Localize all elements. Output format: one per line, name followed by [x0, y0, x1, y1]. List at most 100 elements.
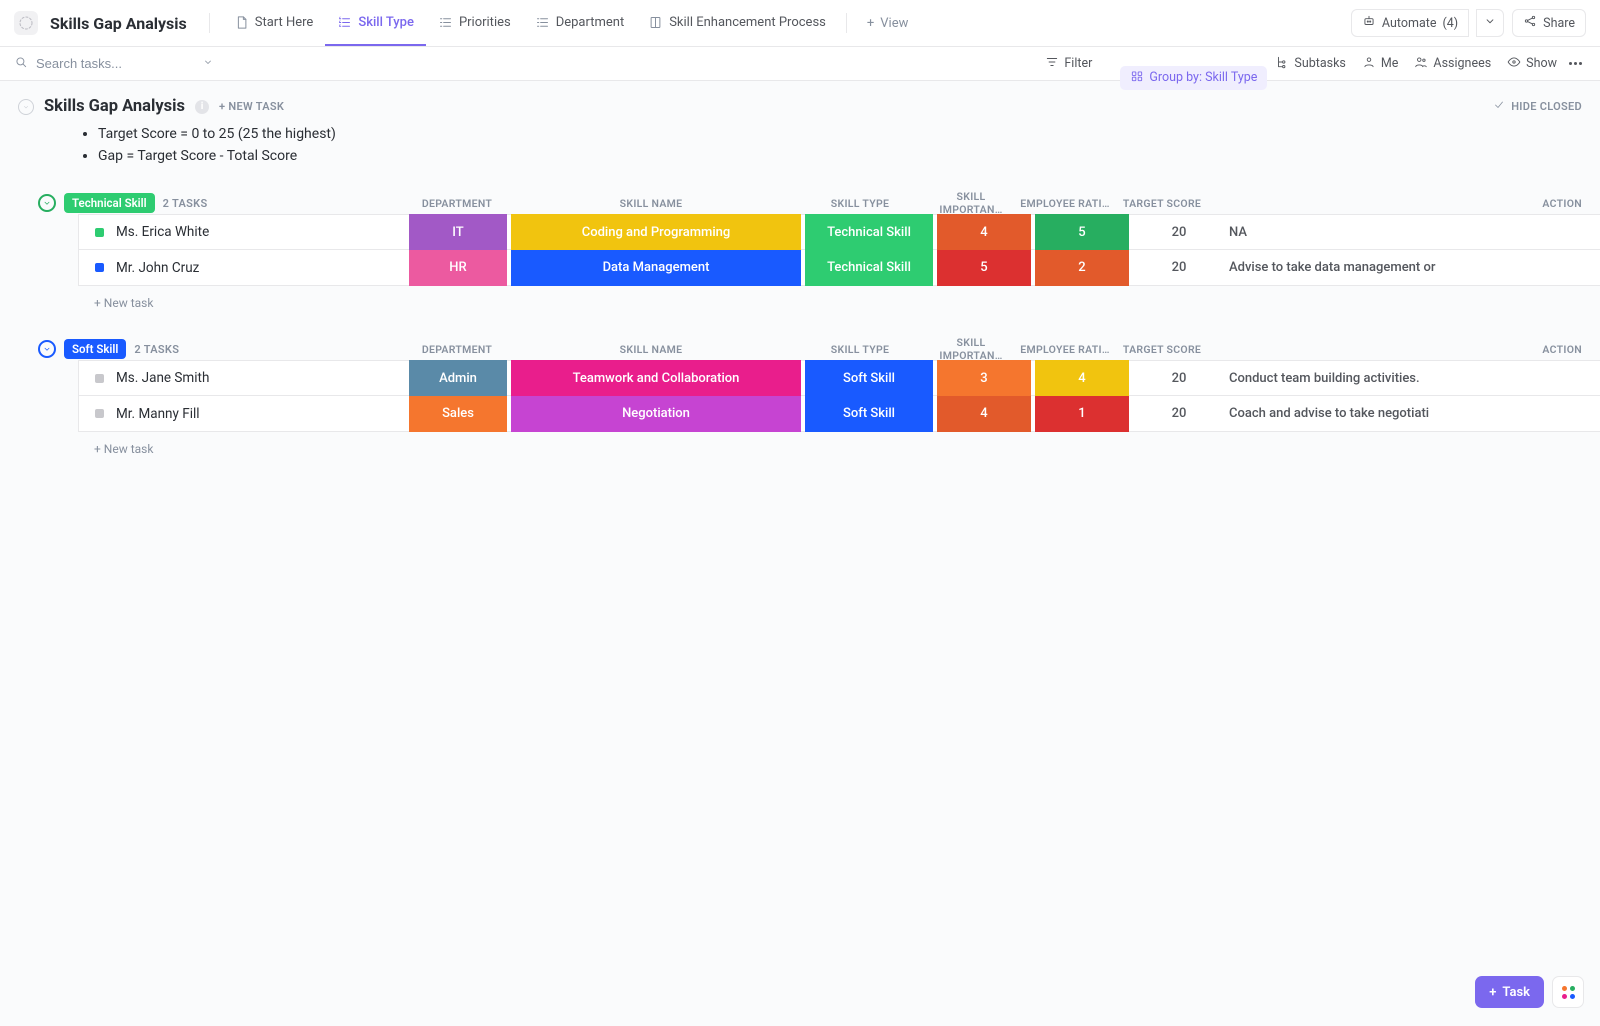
person-icon — [1362, 55, 1376, 73]
column-header-imp[interactable]: SKILL IMPORTAN… — [924, 190, 1018, 216]
status-icon[interactable] — [95, 374, 104, 383]
task-name-cell[interactable]: Mr. Manny Fill — [79, 406, 409, 422]
toolbar: Filter Group by: Skill Type Subtasks Me … — [0, 47, 1600, 81]
topbar-actions: Automate (4) Share — [1351, 9, 1586, 37]
task-row[interactable]: Ms. Jane Smith Admin Teamwork and Collab… — [79, 360, 1600, 396]
search-input[interactable] — [34, 55, 184, 72]
group-by-button[interactable]: Group by: Skill Type — [1120, 66, 1267, 90]
apps-icon — [1562, 986, 1575, 999]
cell-target[interactable]: 20 — [1129, 214, 1229, 250]
automate-button[interactable]: Automate (4) — [1351, 9, 1469, 37]
task-row[interactable]: Mr. John Cruz HR Data Management Technic… — [79, 250, 1600, 286]
task-name-cell[interactable]: Mr. John Cruz — [79, 260, 409, 276]
cell-rating[interactable]: 5 — [1035, 214, 1129, 250]
page-title: Skills Gap Analysis — [44, 97, 185, 116]
column-header-dept[interactable]: DEPARTMENT — [408, 197, 506, 210]
tab-start-here[interactable]: Start Here — [222, 0, 326, 46]
hide-closed-button[interactable]: HIDE CLOSED — [1493, 99, 1582, 114]
plus-icon: + — [867, 16, 874, 31]
cell-target[interactable]: 20 — [1129, 396, 1229, 432]
cell-rating[interactable]: 1 — [1035, 396, 1129, 432]
cell-action[interactable]: Coach and advise to take negotiati — [1229, 396, 1600, 432]
status-icon[interactable] — [95, 409, 104, 418]
subtasks-button[interactable]: Subtasks — [1267, 55, 1353, 73]
apps-fab[interactable] — [1552, 976, 1584, 1008]
share-button[interactable]: Share — [1512, 9, 1586, 37]
column-header-act[interactable]: ACTION — [1212, 343, 1600, 356]
new-task-link[interactable]: + NEW TASK — [219, 100, 284, 113]
task-name: Ms. Jane Smith — [116, 370, 209, 386]
tab-skill-type[interactable]: Skill Type — [325, 0, 426, 46]
group-collapse-icon[interactable] — [38, 340, 56, 358]
tab-priorities[interactable]: Priorities — [426, 0, 523, 46]
search-box[interactable] — [14, 55, 214, 73]
cell-importance[interactable]: 5 — [937, 250, 1031, 286]
group-header: Technical Skill 2 TASKSDEPARTMENTSKILL N… — [38, 192, 1600, 214]
column-header-act[interactable]: ACTION — [1212, 197, 1600, 210]
fab-wrap: + Task — [1475, 976, 1584, 1008]
column-header-imp[interactable]: SKILL IMPORTAN… — [924, 336, 1018, 362]
cell-target[interactable]: 20 — [1129, 360, 1229, 396]
group-badge[interactable]: Soft Skill — [64, 339, 126, 359]
task-name-cell[interactable]: Ms. Jane Smith — [79, 370, 409, 386]
add-view-button[interactable]: + View — [855, 16, 921, 31]
tab-department[interactable]: Department — [523, 0, 637, 46]
cell-skill-type[interactable]: Soft Skill — [805, 396, 933, 432]
group-collapse-icon[interactable] — [38, 194, 56, 212]
cell-skill-type[interactable]: Technical Skill — [805, 214, 933, 250]
cell-skill-type[interactable]: Soft Skill — [805, 360, 933, 396]
column-header-skill[interactable]: SKILL NAME — [506, 343, 796, 356]
cell-importance[interactable]: 4 — [937, 396, 1031, 432]
assignees-button[interactable]: Assignees — [1406, 55, 1499, 73]
cell-skill-name[interactable]: Coding and Programming — [511, 214, 801, 250]
cell-department[interactable]: HR — [409, 250, 507, 286]
cell-skill-name[interactable]: Negotiation — [511, 396, 801, 432]
cell-action[interactable]: Advise to take data management or — [1229, 250, 1600, 286]
status-icon[interactable] — [95, 263, 104, 272]
list-icon — [337, 15, 352, 30]
column-header-tgt[interactable]: TARGET SCORE — [1112, 343, 1212, 356]
cell-skill-name[interactable]: Teamwork and Collaboration — [511, 360, 801, 396]
task-row[interactable]: Mr. Manny Fill Sales Negotiation Soft Sk… — [79, 396, 1600, 432]
column-header-type[interactable]: SKILL TYPE — [796, 197, 924, 210]
collapse-icon[interactable] — [18, 99, 34, 115]
column-header-dept[interactable]: DEPARTMENT — [408, 343, 506, 356]
task-name-cell[interactable]: Ms. Erica White — [79, 224, 409, 240]
more-button[interactable] — [1565, 62, 1586, 65]
content-area: Skills Gap Analysis i + NEW TASK HIDE CL… — [0, 81, 1600, 1026]
cell-department[interactable]: IT — [409, 214, 507, 250]
column-header-skill[interactable]: SKILL NAME — [506, 197, 796, 210]
status-icon[interactable] — [95, 228, 104, 237]
cell-importance[interactable]: 3 — [937, 360, 1031, 396]
doc-icon — [234, 15, 249, 30]
info-icon[interactable]: i — [195, 100, 209, 114]
tab-skill-enhancement[interactable]: Skill Enhancement Process — [636, 0, 838, 46]
cell-action[interactable]: NA — [1229, 214, 1600, 250]
cell-department[interactable]: Admin — [409, 360, 507, 396]
me-button[interactable]: Me — [1354, 55, 1407, 73]
cell-skill-type[interactable]: Technical Skill — [805, 250, 933, 286]
cell-department[interactable]: Sales — [409, 396, 507, 432]
group-rows: Ms. Jane Smith Admin Teamwork and Collab… — [78, 360, 1600, 432]
new-task-row[interactable]: + New task — [38, 286, 1600, 310]
filter-button[interactable]: Filter — [1037, 55, 1100, 73]
show-button[interactable]: Show — [1499, 55, 1565, 73]
cell-importance[interactable]: 4 — [937, 214, 1031, 250]
cell-rating[interactable]: 2 — [1035, 250, 1129, 286]
column-header-rat[interactable]: EMPLOYEE RATI… — [1018, 197, 1112, 210]
automate-dropdown[interactable] — [1476, 9, 1504, 37]
chevron-down-icon[interactable] — [202, 56, 214, 72]
cell-rating[interactable]: 4 — [1035, 360, 1129, 396]
column-header-tgt[interactable]: TARGET SCORE — [1112, 197, 1212, 210]
column-header-rat[interactable]: EMPLOYEE RATI… — [1018, 343, 1112, 356]
cell-target[interactable]: 20 — [1129, 250, 1229, 286]
column-header-type[interactable]: SKILL TYPE — [796, 343, 924, 356]
group-badge[interactable]: Technical Skill — [64, 193, 155, 213]
cell-skill-name[interactable]: Data Management — [511, 250, 801, 286]
cell-action[interactable]: Conduct team building activities. — [1229, 360, 1600, 396]
filter-label: Filter — [1064, 56, 1092, 71]
task-row[interactable]: Ms. Erica White IT Coding and Programmin… — [79, 214, 1600, 250]
new-task-row[interactable]: + New task — [38, 432, 1600, 456]
new-task-fab[interactable]: + Task — [1475, 976, 1544, 1008]
fab-task-label: Task — [1502, 985, 1530, 1000]
